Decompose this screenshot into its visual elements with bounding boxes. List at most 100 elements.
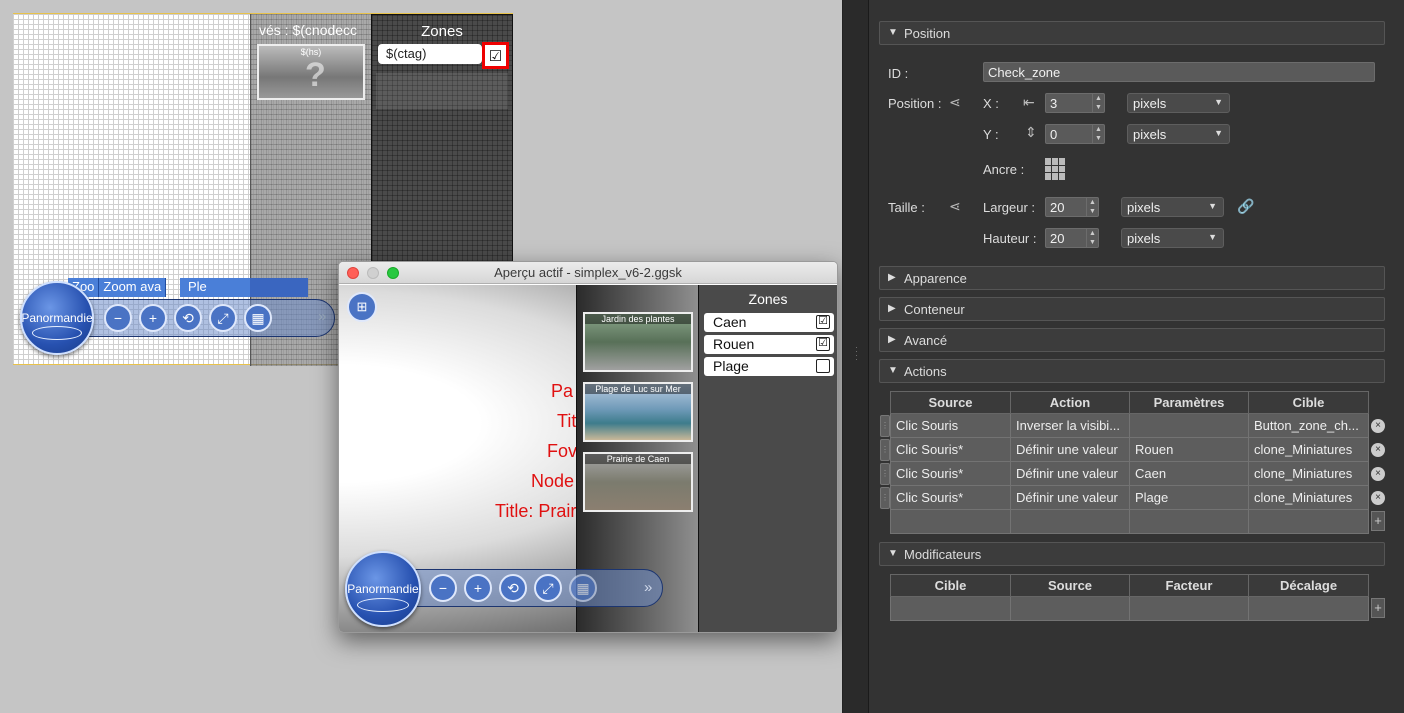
table-cell[interactable]: clone_Miniatures: [1248, 437, 1369, 462]
width-unit-select[interactable]: pixels ▼: [1121, 197, 1224, 217]
height-stepper[interactable]: 20 ▲ ▼: [1045, 228, 1099, 248]
table-cell[interactable]: Caen: [1129, 461, 1249, 486]
column-header[interactable]: Source: [890, 391, 1011, 414]
section-modificateurs[interactable]: ▼ Modificateurs: [879, 542, 1385, 566]
zones-container[interactable]: Zones $(ctag) ☑: [371, 14, 513, 274]
panormandie-logo[interactable]: Panormandie: [345, 551, 421, 627]
table-cell[interactable]: Définir une valeur: [1010, 461, 1130, 486]
zone-checkbox[interactable]: ☑: [816, 315, 830, 329]
hotspot-thumbnail[interactable]: $(hs) ?: [257, 44, 365, 100]
table-cell[interactable]: Rouen: [1129, 437, 1249, 462]
autorotate-icon[interactable]: ⟲: [499, 574, 527, 602]
section-conteneur[interactable]: ▶ Conteneur: [879, 297, 1385, 321]
align-left-icon[interactable]: ⇤: [1023, 94, 1035, 111]
link-toggle-icon[interactable]: ⋖: [949, 198, 961, 215]
table-row-empty[interactable]: [890, 596, 1369, 621]
delete-row-icon[interactable]: ×: [1371, 467, 1385, 481]
delete-row-icon[interactable]: ×: [1371, 443, 1385, 457]
check-zone-element[interactable]: ☑: [482, 42, 509, 69]
chain-link-icon[interactable]: 🔗: [1237, 198, 1254, 215]
anchor-grid-icon[interactable]: [1045, 158, 1067, 180]
zoom-in-icon[interactable]: +: [464, 574, 492, 602]
preview-content[interactable]: ⊞ Pa Tit Fov Node Title: Prairie de Caen…: [339, 285, 837, 632]
zoom-out-icon[interactable]: −: [429, 574, 457, 602]
table-row[interactable]: Clic Souris* Définir une valeur Plage cl…: [890, 485, 1369, 510]
delete-row-icon[interactable]: ×: [1371, 491, 1385, 505]
zone-checkbox[interactable]: [816, 359, 830, 373]
maximize-icon[interactable]: [387, 267, 399, 279]
drag-handle-icon[interactable]: ⋮: [880, 415, 890, 437]
section-actions[interactable]: ▼ Actions: [879, 359, 1385, 383]
fullscreen-icon[interactable]: ⤢: [209, 304, 237, 332]
fullscreen-icon[interactable]: ⤢: [534, 574, 562, 602]
table-cell[interactable]: Définir une valeur: [1010, 437, 1130, 462]
stepper-arrows-icon[interactable]: ▲ ▼: [1092, 125, 1104, 143]
y-stepper[interactable]: 0 ▲ ▼: [1045, 124, 1105, 144]
more-icon[interactable]: »: [318, 308, 326, 325]
section-position[interactable]: ▼ Position: [879, 21, 1385, 45]
thumbnail[interactable]: Jardin des plantes: [583, 312, 693, 372]
table-row[interactable]: Clic Souris* Définir une valeur Rouen cl…: [890, 437, 1369, 462]
zone-ctag-row[interactable]: $(ctag): [378, 44, 482, 64]
table-cell[interactable]: Clic Souris: [890, 413, 1011, 438]
zone-row-plage[interactable]: Plage: [704, 357, 834, 376]
link-toggle-icon[interactable]: ⋖: [949, 94, 961, 111]
zoom-in-icon[interactable]: +: [139, 304, 167, 332]
height-unit-select[interactable]: pixels ▼: [1121, 228, 1224, 248]
table-cell[interactable]: Plage: [1129, 485, 1249, 510]
table-cell[interactable]: Clic Souris*: [890, 485, 1011, 510]
panormandie-logo[interactable]: Panormandie: [20, 281, 94, 355]
table-cell[interactable]: Clic Souris*: [890, 437, 1011, 462]
stepper-arrows-icon[interactable]: ▲ ▼: [1092, 94, 1104, 112]
stepper-arrows-icon[interactable]: ▲ ▼: [1086, 198, 1098, 216]
zone-checkbox[interactable]: ☑: [816, 337, 830, 351]
drag-handle-icon[interactable]: ⋮: [880, 487, 890, 509]
delete-row-icon[interactable]: ×: [1371, 419, 1385, 433]
drag-handle-icon[interactable]: ⋮: [880, 463, 890, 485]
table-cell[interactable]: Button_zone_ch...: [1248, 413, 1369, 438]
stepper-arrows-icon[interactable]: ▲ ▼: [1086, 229, 1098, 247]
table-row[interactable]: Clic Souris Inverser la visibi... Button…: [890, 413, 1369, 438]
minimize-icon[interactable]: [367, 267, 379, 279]
id-field[interactable]: Check_zone: [983, 62, 1375, 82]
tab-zoom-avant[interactable]: Zoom ava: [99, 278, 167, 297]
table-row-empty[interactable]: [890, 509, 1369, 534]
align-vertical-icon[interactable]: ⇕: [1025, 124, 1037, 141]
drag-handle-icon[interactable]: ⋮: [880, 439, 890, 461]
column-header[interactable]: Source: [1010, 574, 1130, 597]
panel-splitter[interactable]: · · · ·: [843, 0, 869, 713]
preview-titlebar[interactable]: Aperçu actif - simplex_v6-2.ggsk: [339, 262, 837, 284]
section-apparence[interactable]: ▶ Apparence: [879, 266, 1385, 290]
table-row[interactable]: Clic Souris* Définir une valeur Caen clo…: [890, 461, 1369, 486]
x-stepper[interactable]: 3 ▲ ▼: [1045, 93, 1105, 113]
skin-editor-canvas[interactable]: vés : $(cnodecc $(hs) ? Zones $(ctag) ☑ …: [0, 0, 843, 713]
add-row-icon[interactable]: +: [1371, 511, 1385, 531]
column-header[interactable]: Action: [1010, 391, 1130, 414]
zoom-out-icon[interactable]: −: [104, 304, 132, 332]
x-unit-select[interactable]: pixels ▼: [1127, 93, 1230, 113]
thumbnail[interactable]: Plage de Luc sur Mer: [583, 382, 693, 442]
table-cell[interactable]: Inverser la visibi...: [1010, 413, 1130, 438]
zone-row-caen[interactable]: Caen ☑: [704, 313, 834, 332]
table-cell[interactable]: Définir une valeur: [1010, 485, 1130, 510]
thumbnail[interactable]: Prairie de Caen: [583, 452, 693, 512]
section-avance[interactable]: ▶ Avancé: [879, 328, 1385, 352]
table-cell[interactable]: clone_Miniatures: [1248, 461, 1369, 486]
map-icon[interactable]: ⊞: [347, 292, 377, 322]
thumbnails-icon[interactable]: ▦: [244, 304, 272, 332]
column-header[interactable]: Cible: [890, 574, 1011, 597]
column-header[interactable]: Cible: [1248, 391, 1369, 414]
thumbnails-icon[interactable]: ▦: [569, 574, 597, 602]
y-unit-select[interactable]: pixels ▼: [1127, 124, 1230, 144]
width-stepper[interactable]: 20 ▲ ▼: [1045, 197, 1099, 217]
table-cell[interactable]: Clic Souris*: [890, 461, 1011, 486]
more-icon[interactable]: »: [644, 579, 652, 596]
column-header[interactable]: Paramètres: [1129, 391, 1249, 414]
column-header[interactable]: Facteur: [1129, 574, 1249, 597]
zone-row-rouen[interactable]: Rouen ☑: [704, 335, 834, 354]
autorotate-icon[interactable]: ⟲: [174, 304, 202, 332]
table-cell[interactable]: clone_Miniatures: [1248, 485, 1369, 510]
table-cell[interactable]: [1129, 413, 1249, 438]
column-header[interactable]: Décalage: [1248, 574, 1369, 597]
add-row-icon[interactable]: +: [1371, 598, 1385, 618]
